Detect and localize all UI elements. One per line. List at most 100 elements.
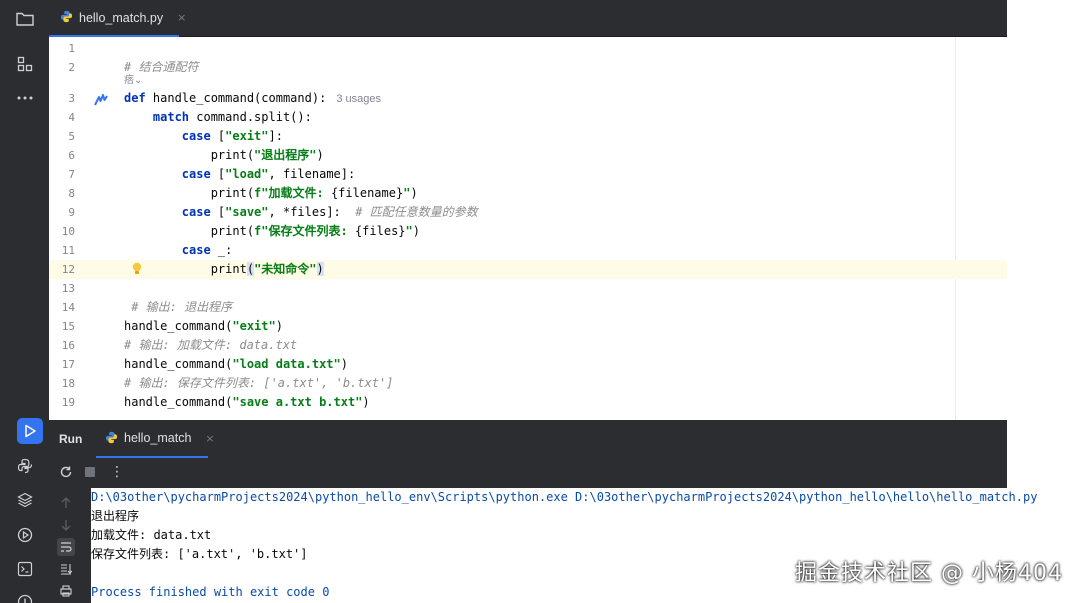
code-token: ( [246,262,255,276]
code-token: ) [412,224,420,238]
line-number: 2 [68,61,75,74]
problems-icon[interactable] [13,590,37,603]
code-token: [ [210,205,226,219]
code-token: # 输出: 退出程序 [124,300,233,314]
close-tab-icon[interactable]: × [177,11,186,24]
structure-icon[interactable] [13,52,37,76]
code-line[interactable]: 4 match command.split(): [49,108,1007,127]
code-line[interactable]: 13 [49,279,1007,298]
code-token: "未知命令" [254,262,317,276]
editor-tab-hello-match[interactable]: hello_match.py × [49,0,186,37]
lightbulb-icon[interactable] [131,261,143,280]
code-text: case _: [124,241,233,260]
code-token: match [152,110,190,124]
line-number: 17 [61,358,75,371]
code-editor[interactable]: 1 2 # 结合通配符 3 def handle_command(command): 3 … [49,37,1007,420]
code-token: "退出程序" [254,148,317,162]
run-tab-hello-match[interactable]: hello_match × [96,420,215,458]
line-number: 14 [61,301,75,314]
line-number: 7 [68,168,75,181]
code-token: "exit" [232,319,276,333]
code-token: case [181,243,211,257]
stop-icon[interactable] [82,464,98,480]
code-token: , filename]: [268,167,356,181]
code-text: handle_command("load data.txt") [124,355,348,374]
code-text: print("退出程序") [124,146,324,165]
run-title: Run [59,432,83,446]
editor-tab-label: hello_match.py [79,10,164,25]
code-token: "save a.txt b.txt" [232,395,363,409]
code-token: f"保存文件列表: [254,224,355,238]
watermark: 掘金技术社区 @ 小杨404 [795,561,1063,586]
run-icon[interactable] [17,418,43,444]
code-line[interactable]: 1 [49,39,1007,58]
code-token: # 输出: 保存文件列表: ['a.txt', 'b.txt'] [124,376,394,390]
code-token: ) [410,186,418,200]
code-line[interactable]: 5 case ["exit"]: [49,127,1007,146]
code-line[interactable]: 9 case ["save", *files]: # 匹配任意数量的参数 [49,203,1007,222]
code-line[interactable]: 12 print("未知命令") [49,260,1007,279]
code-text: case ["exit"]: [124,127,283,146]
code-text: # 输出: 退出程序 [124,298,232,317]
scroll-down-icon[interactable] [57,516,75,534]
code-annotation: 痞⌄ [124,75,143,86]
code-text: handle_command("save a.txt b.txt") [124,393,370,412]
code-line[interactable]: 19 handle_command("save a.txt b.txt") [49,393,1007,412]
code-text: def handle_command(command): 3 usages [124,89,381,109]
run-tab-label: hello_match [124,431,192,445]
code-token: ) [316,148,324,162]
layers-icon[interactable] [13,488,37,512]
console-line: 保存文件列表: ['a.txt', 'b.txt'] [91,547,308,561]
scroll-up-icon[interactable] [57,494,75,512]
services-icon[interactable] [13,523,37,547]
code-line[interactable]: 15 handle_command("exit") [49,317,1007,336]
code-line[interactable]: 10 print(f"保存文件列表: {files}") [49,222,1007,241]
code-line[interactable]: 7 case ["load", filename]: [49,165,1007,184]
more-options-icon[interactable]: ⋮ [109,464,125,480]
code-token: [ [210,167,226,181]
code-token: , *files]: [268,205,356,219]
code-token: [ [210,129,226,143]
code-line[interactable]: 18 # 输出: 保存文件列表: ['a.txt', 'b.txt'] [49,374,1007,393]
code-line[interactable]: 14 # 输出: 退出程序 [49,298,1007,317]
code-text: case ["load", filename]: [124,165,355,184]
line-number: 3 [68,92,75,105]
code-token: {filename} [330,186,404,200]
code-text: # 输出: 加载文件: data.txt [124,336,297,355]
more-icon[interactable] [13,86,37,110]
python-file-icon [105,429,118,448]
code-line[interactable]: 2 # 结合通配符 [49,58,1007,77]
vcs-annotate-icon[interactable] [94,91,110,110]
code-line[interactable]: 11 case _: [49,241,1007,260]
code-line[interactable]: 16 # 输出: 加载文件: data.txt [49,336,1007,355]
code-token: f"加载文件: [254,186,331,200]
print-icon[interactable] [57,582,75,600]
code-text: # 输出: 保存文件列表: ['a.txt', 'b.txt'] [124,374,393,393]
rerun-icon[interactable] [58,464,74,480]
code-line[interactable]: 17 handle_command("load data.txt") [49,355,1007,374]
code-text: case ["save", *files]: # 匹配任意数量的参数 [124,203,478,222]
scroll-to-end-icon[interactable] [57,560,75,578]
code-line[interactable]: 8 print(f"加载文件: {filename}") [49,184,1007,203]
python-console-icon[interactable] [13,454,37,478]
code-token: "load data.txt" [232,357,341,371]
close-run-tab-icon[interactable]: × [205,432,214,445]
folder-icon[interactable] [13,7,37,31]
soft-wrap-icon[interactable] [57,538,75,556]
code-text: handle_command("exit") [124,317,283,336]
code-line[interactable]: 6 print("退出程序") [49,146,1007,165]
line-number: 4 [68,111,75,124]
console-line[interactable]: D:\03other\pycharmProjects2024\python_he… [91,488,1037,507]
line-number: 1 [68,42,75,55]
run-toolbar: ⋮ [49,458,1007,486]
terminal-icon[interactable] [13,557,37,581]
code-token: case [181,205,211,219]
usages-inlay-hint[interactable]: 3 usages [336,93,381,105]
code-line[interactable]: 3 def handle_command(command): 3 usages [49,89,1007,108]
code-token: command.split(): [189,110,312,124]
code-token: ]: [268,129,283,143]
code-token: " [405,224,413,238]
code-text: print("未知命令") [124,260,324,279]
